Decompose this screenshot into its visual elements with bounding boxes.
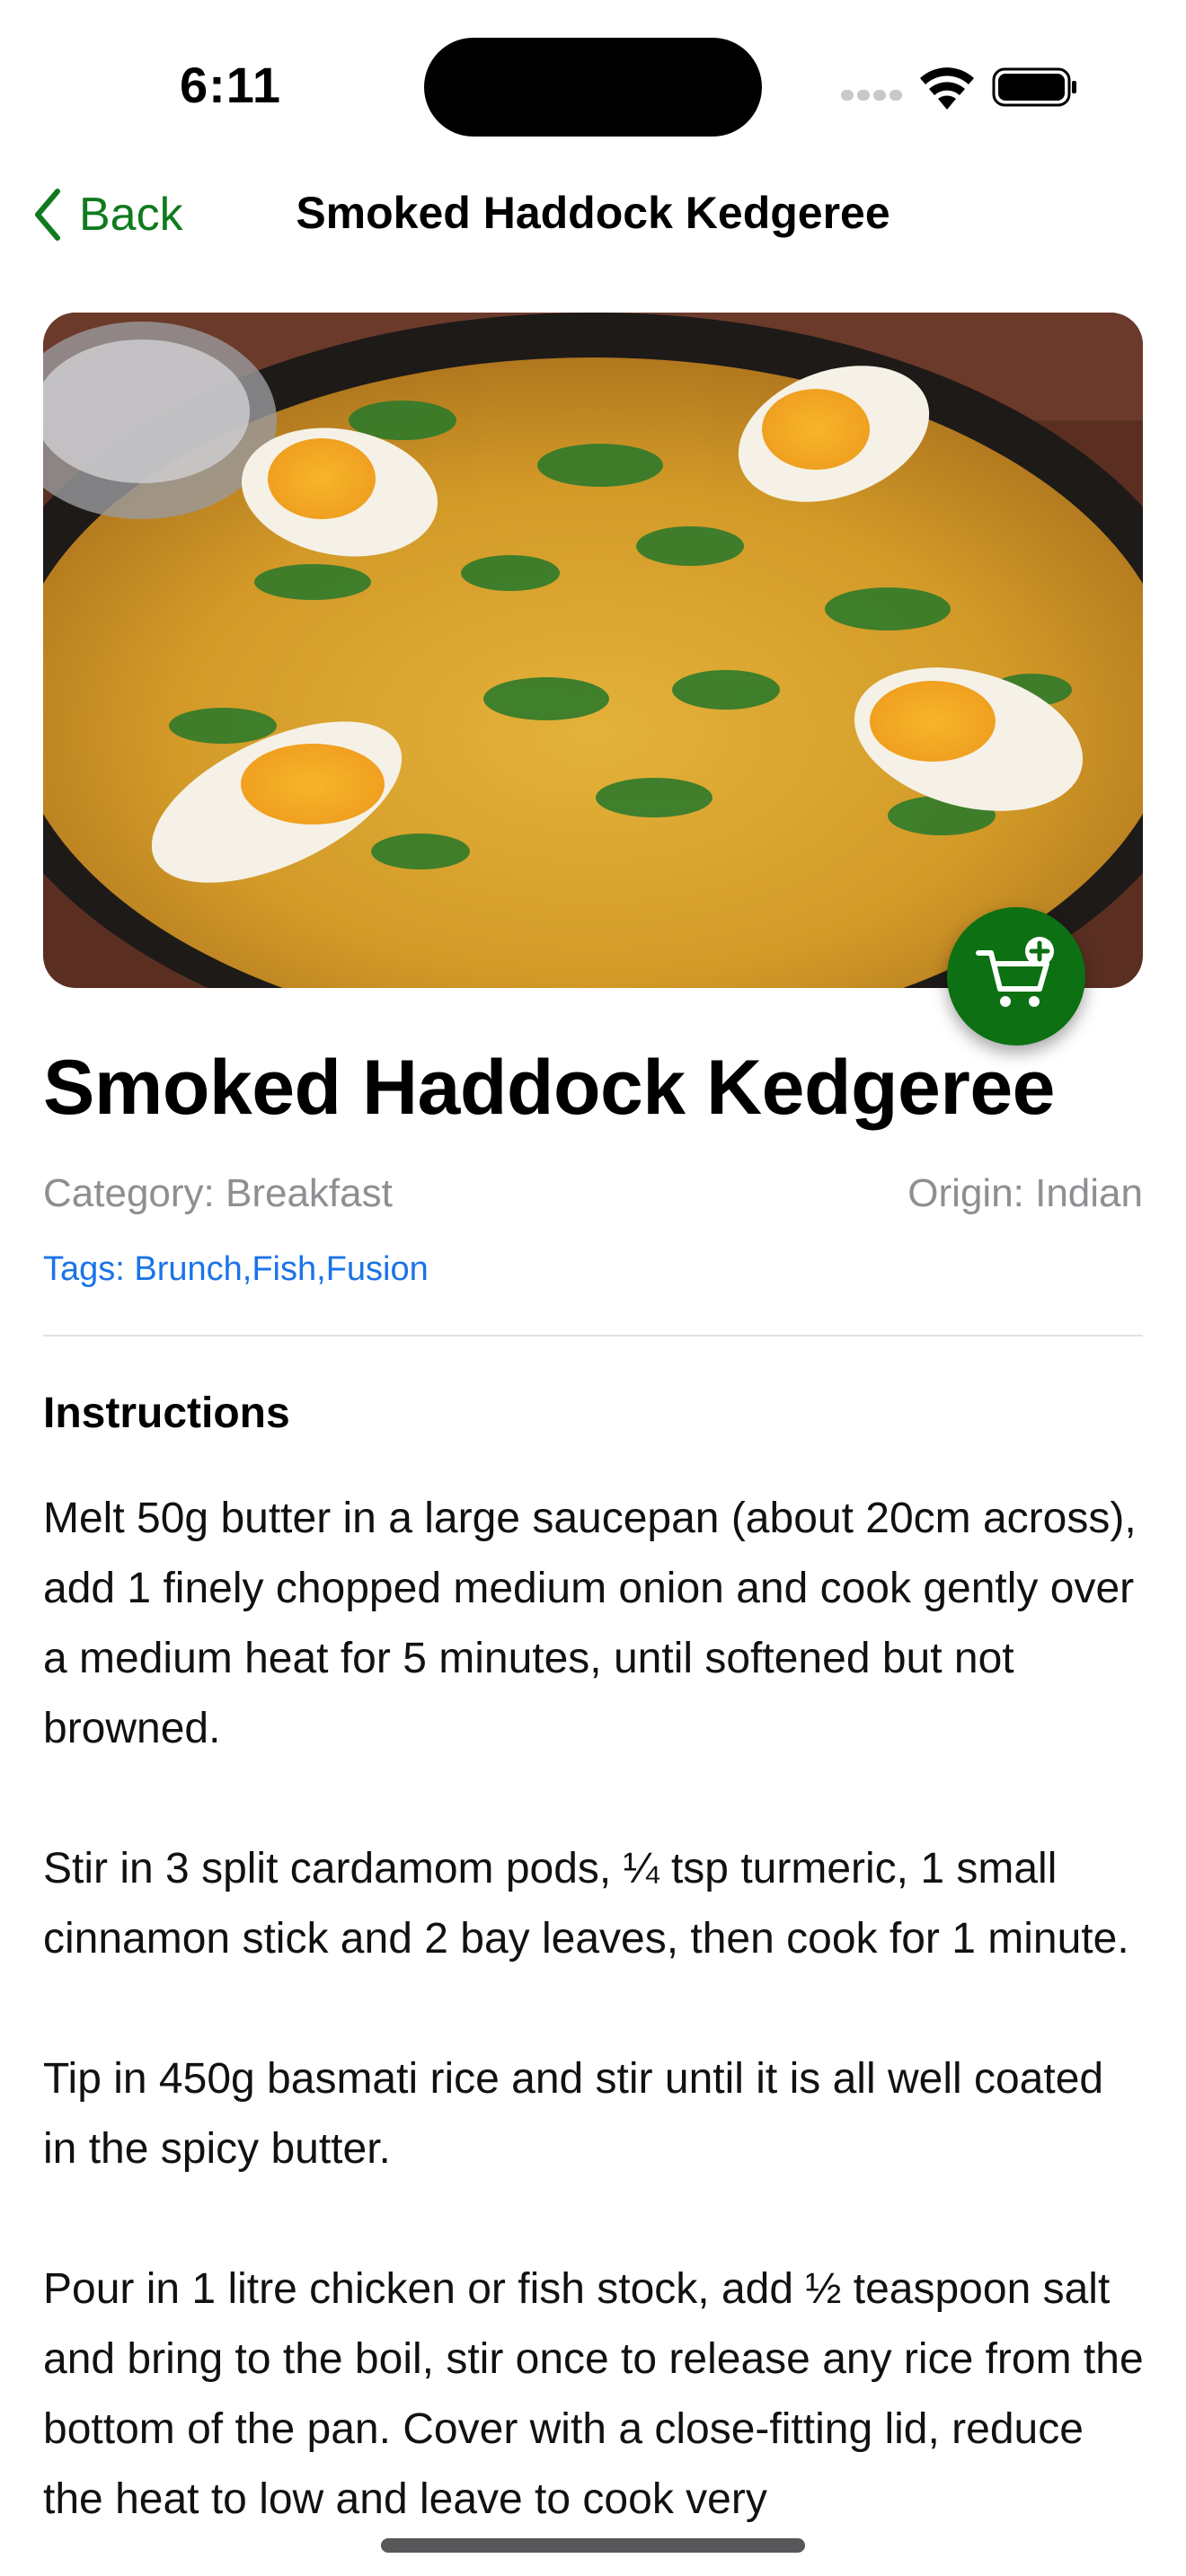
navigation-bar: Back Smoked Haddock Kedgeree — [0, 171, 1186, 260]
instruction-paragraph: Pour in 1 litre chicken or fish stock, a… — [43, 2265, 1144, 2523]
cellular-signal-icon — [841, 90, 902, 104]
meal-photo — [43, 313, 1143, 988]
home-indicator[interactable] — [381, 2538, 805, 2553]
cart-plus-icon — [976, 937, 1054, 1007]
meal-tags[interactable]: Tags: Brunch,Fish,Fusion — [43, 1250, 429, 1289]
instructions-heading: Instructions — [43, 1389, 290, 1437]
instruction-paragraph: Melt 50g butter in a large saucepan (abo… — [43, 1495, 1137, 1752]
instructions-body: Melt 50g butter in a large saucepan (abo… — [43, 1484, 1148, 2576]
meal-origin: Origin: Indian — [907, 1171, 1143, 1215]
battery-icon — [992, 67, 1076, 107]
add-to-cart-button[interactable] — [947, 907, 1085, 1045]
meal-image — [43, 313, 1143, 988]
nav-title: Smoked Haddock Kedgeree — [296, 188, 890, 238]
divider — [43, 1335, 1143, 1337]
status-bar: 6:11 — [0, 0, 1186, 171]
dynamic-island — [424, 38, 762, 137]
instruction-paragraph: Stir in 3 split cardamom pods, ¼ tsp tur… — [43, 1845, 1129, 1963]
status-time: 6:11 — [180, 57, 281, 113]
wifi-icon — [920, 67, 974, 110]
meal-title: Smoked Haddock Kedgeree — [43, 1045, 1055, 1131]
instruction-paragraph: Tip in 450g basmati rice and stir until … — [43, 2055, 1104, 2173]
meal-category: Category: Breakfast — [43, 1171, 393, 1215]
